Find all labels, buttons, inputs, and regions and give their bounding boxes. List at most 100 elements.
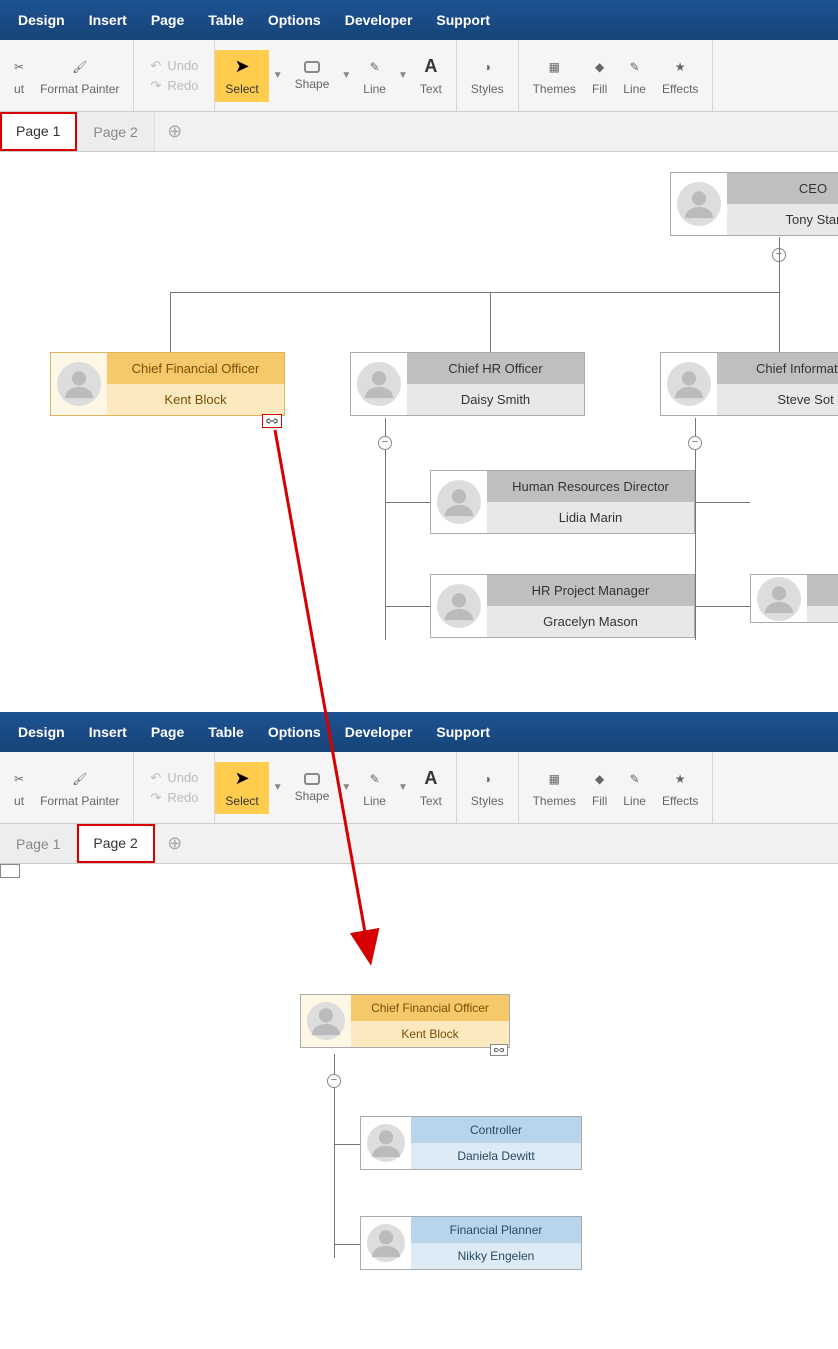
hyperlink-icon[interactable] [0,864,20,878]
add-page-button[interactable]: ⊕ [155,112,195,151]
menu-options[interactable]: Options [256,12,333,28]
avatar [367,1224,405,1262]
undo-icon: ↶ [150,770,161,786]
tab-page2[interactable]: Page 2 [77,112,154,151]
styles-label: Styles [471,82,504,96]
effects-button[interactable]: ★ Effects [654,52,706,100]
redo-label: Redo [167,78,198,93]
styles-button[interactable]: ◑ Styles [463,764,512,812]
redo-button[interactable]: ↷Redo [150,76,198,96]
menu-insert[interactable]: Insert [77,12,139,28]
node-controller[interactable]: Controller Daniela Dewitt [360,1116,582,1170]
line2-label: Line [623,794,646,808]
menu-page[interactable]: Page [139,724,196,740]
cut-label: ut [14,82,24,96]
text-tool-button[interactable]: A Text [412,52,450,100]
hyperlink-icon[interactable] [262,414,282,428]
toolbar: ✂ ut 🖌 Format Painter ↶ Undo ↷Redo ➤ Sele… [0,752,838,824]
fill-button[interactable]: ◆ Fill [584,764,615,812]
tab-page1[interactable]: Page 1 [0,112,77,151]
shape-tool-button[interactable]: Shape [287,57,338,95]
node-title: Human Resources Director [487,471,694,502]
format-painter-button[interactable]: 🖌 Format Painter [32,52,127,100]
text-icon: A [424,56,437,78]
star-icon: ★ [675,768,686,790]
menubar: Design Insert Page Table Options Develop… [0,0,838,40]
select-dropdown[interactable]: ▼ [269,70,287,81]
shape-dropdown[interactable]: ▼ [337,782,355,793]
collapse-toggle[interactable]: − [688,436,702,450]
menu-page[interactable]: Page [139,12,196,28]
select-tool-button[interactable]: ➤ Select [215,50,268,102]
menu-insert[interactable]: Insert [77,724,139,740]
line-style-icon: ✎ [630,768,640,790]
node-name: Daniela Dewitt [411,1143,581,1169]
menu-table[interactable]: Table [196,12,256,28]
node-hrpm[interactable]: HR Project Manager Gracelyn Mason [430,574,695,638]
line-dropdown[interactable]: ▼ [394,70,412,81]
themes-button[interactable]: ▦ Themes [525,764,584,812]
select-label: Select [225,794,258,808]
menu-support[interactable]: Support [424,12,502,28]
node-financial-planner[interactable]: Financial Planner Nikky Engelen [360,1216,582,1270]
styles-button[interactable]: ◑ Styles [463,52,512,100]
collapse-toggle[interactable]: − [327,1074,341,1088]
menu-design[interactable]: Design [6,724,77,740]
styles-label: Styles [471,794,504,808]
undo-button[interactable]: ↶ Undo [150,768,198,788]
shape-label: Shape [295,77,330,91]
shape-dropdown[interactable]: ▼ [337,70,355,81]
menu-developer[interactable]: Developer [333,12,425,28]
node-title: Controller [411,1117,581,1143]
cut-button[interactable]: ✂ ut [6,52,32,100]
undo-button[interactable]: ↶Undo [150,56,198,76]
scissors-icon: ✂ [14,768,24,790]
canvas-page2[interactable]: Chief Financial Officer Kent Block − Con… [0,864,838,1344]
line-style-button[interactable]: ✎ Line [615,52,654,100]
cursor-icon: ➤ [235,56,250,78]
node-cfo[interactable]: Chief Financial Officer Kent Block [50,352,285,416]
node-d[interactable]: D [750,574,838,623]
themes-label: Themes [533,794,576,808]
undo-label: Undo [167,770,198,785]
node-hrd[interactable]: Human Resources Director Lidia Marin [430,470,695,534]
menu-developer[interactable]: Developer [333,724,425,740]
canvas-page1[interactable]: CEO Tony Star − Chief Financial Officer … [0,152,838,712]
undo-label: Undo [167,58,198,73]
menu-support[interactable]: Support [424,724,502,740]
line-style-button[interactable]: ✎ Line [615,764,654,812]
select-tool-button[interactable]: ➤ Select [215,762,268,814]
fill-button[interactable]: ◆ Fill [584,52,615,100]
page-tabs: Page 1 Page 2 ⊕ [0,824,838,864]
node-chro[interactable]: Chief HR Officer Daisy Smith [350,352,585,416]
rect-icon [304,773,320,785]
shape-tool-button[interactable]: Shape [287,769,338,807]
styles-icon: ◑ [484,56,491,78]
redo-button[interactable]: ↷Redo [150,788,198,808]
redo-label: Redo [167,790,198,805]
tab-page2[interactable]: Page 2 [77,824,154,863]
node-ceo[interactable]: CEO Tony Star [670,172,838,236]
shape-label: Shape [295,789,330,803]
menu-design[interactable]: Design [6,12,77,28]
hyperlink-icon[interactable] [490,1044,508,1056]
collapse-toggle[interactable]: − [378,436,392,450]
viewport-page1: Design Insert Page Table Options Develop… [0,0,838,712]
text-tool-button[interactable]: A Text [412,764,450,812]
format-painter-button[interactable]: 🖌 Format Painter [32,764,127,812]
themes-button[interactable]: ▦ Themes [525,52,584,100]
node-cfo[interactable]: Chief Financial Officer Kent Block [300,994,510,1048]
select-dropdown[interactable]: ▼ [269,782,287,793]
add-page-button[interactable]: ⊕ [155,824,195,863]
line-tool-button[interactable]: ✎ Line [355,764,394,812]
line-dropdown[interactable]: ▼ [394,782,412,793]
menu-options[interactable]: Options [256,724,333,740]
tab-page1[interactable]: Page 1 [0,824,77,863]
line-tool-button[interactable]: ✎ Line [355,52,394,100]
effects-button[interactable]: ★ Effects [654,764,706,812]
node-name: Lidia Marin [487,502,694,533]
menu-table[interactable]: Table [196,724,256,740]
format-painter-label: Format Painter [40,794,119,808]
cut-button[interactable]: ✂ ut [6,764,32,812]
node-cio[interactable]: Chief Information Steve Sot [660,352,838,416]
